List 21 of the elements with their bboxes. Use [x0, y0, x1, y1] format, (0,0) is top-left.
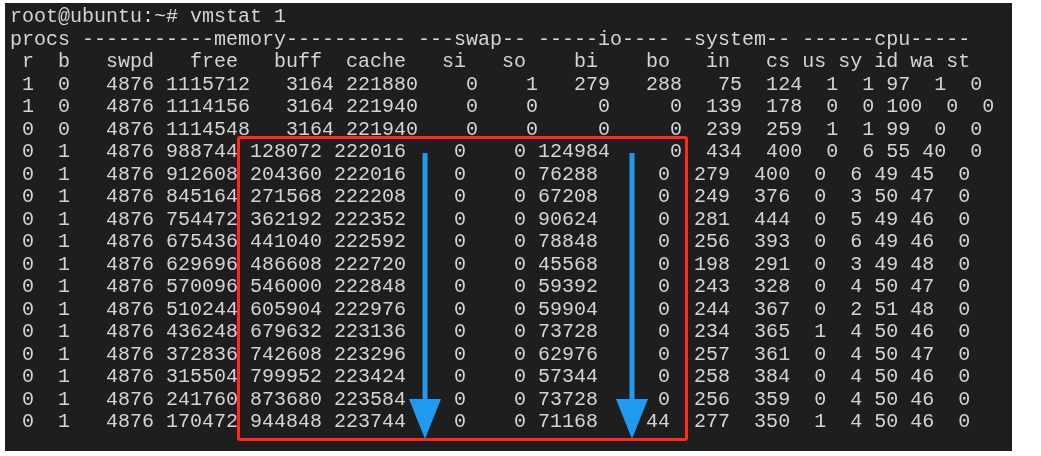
output-line: 0 1 4876 241760 873680 223584 0 0 73728 0 256 359 0 4 50 46 0 [21, 388, 971, 411]
output-line: 0 1 4876 570096 546000 222848 0 0 59392 0 243 328 0 4 50 47 0 [21, 276, 971, 299]
down-arrow-icon [616, 153, 648, 439]
command-prompt: root@ubuntu:~# vmstat 1 [10, 6, 287, 29]
output-line: 0 1 4876 988744 128072 222016 0 0 124984 0 434 400 0 6 55 40 0 [21, 141, 983, 164]
output-line: 0 1 4876 315504 799952 223424 0 0 57344 0 258 384 0 4 50 46 0 [21, 366, 971, 389]
output-line: 0 1 4876 629696 486608 222720 0 0 45568 0 198 291 0 3 49 48 0 [21, 253, 971, 276]
output-line: 1 0 4876 1114156 3164 221940 0 0 0 0 139 178 0 0 100 0 0 [21, 96, 995, 119]
output-line: 0 1 4876 912608 204360 222016 0 0 76288 0 279 400 0 6 49 45 0 [21, 163, 971, 186]
output-line: 0 1 4876 510244 605904 222976 0 0 59904 0 244 367 0 2 51 48 0 [21, 298, 971, 321]
output-line: 0 1 4876 845164 271568 222208 0 0 67208 0 249 376 0 3 50 47 0 [21, 186, 971, 209]
output-line: 0 1 4876 754472 362192 222352 0 0 90624 0 281 444 0 5 49 46 0 [21, 208, 971, 231]
column-header: r b swpd free buff cache si so bi bo in cs us sy id wa st [21, 51, 971, 74]
output-line: 0 1 4876 372836 742608 223296 0 0 62976 0 257 361 0 4 50 47 0 [21, 343, 971, 366]
output-line: 0 0 4876 1114548 3164 221940 0 0 0 0 239 259 1 1 99 0 0 [21, 118, 983, 141]
down-arrow-icon [409, 153, 441, 439]
output-line: 0 1 4876 436248 679632 223136 0 0 73728 0 234 365 1 4 50 46 0 [21, 321, 971, 344]
column-header: procs -----------memory---------- ---swap-- -----io---- -system-- ------cpu----- [10, 28, 971, 51]
output-line: 0 1 4876 170472 944848 223744 0 0 71168 44 277 350 1 4 50 46 0 [21, 411, 971, 434]
output-line: 0 1 4876 675436 441040 222592 0 0 78848 0 256 393 0 6 49 46 0 [21, 231, 971, 254]
output-line: 1 0 4876 1115712 3164 221880 0 1 279 288 75 124 1 1 97 1 0 [21, 73, 983, 96]
